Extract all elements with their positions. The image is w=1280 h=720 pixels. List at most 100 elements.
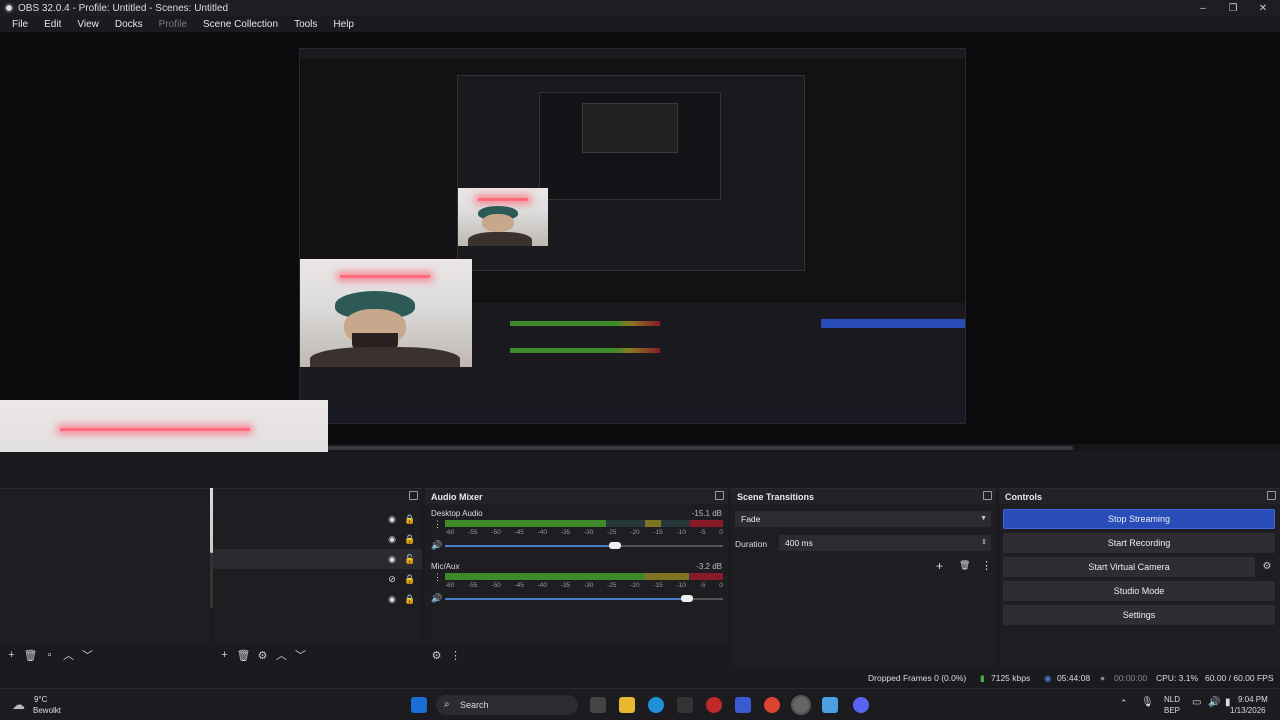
advanced-audio-icon[interactable]: ⚙ (429, 648, 444, 663)
gear-icon[interactable]: ⚙ (1260, 560, 1274, 574)
unlock-icon[interactable]: 🔓 (404, 554, 415, 564)
app-icon[interactable] (822, 697, 838, 713)
menu-view[interactable]: View (69, 19, 107, 30)
eye-icon[interactable]: ◉ (387, 534, 397, 544)
start-virtual-camera-button[interactable]: Start Virtual Camera (1003, 557, 1255, 577)
add-transition-icon[interactable]: + (936, 559, 943, 573)
windows-start-icon[interactable] (411, 697, 427, 713)
menu-help[interactable]: Help (325, 19, 362, 30)
discord-icon[interactable] (853, 697, 869, 713)
duration-input[interactable]: 400 ms ⇕ (779, 535, 991, 551)
menu-file[interactable]: File (4, 19, 36, 30)
volume-meter (445, 520, 723, 527)
lock-icon[interactable]: 🔒 (404, 534, 415, 544)
microphone-icon[interactable]: 🎙 (1141, 697, 1154, 708)
dock-float-icon[interactable] (409, 491, 418, 500)
start-recording-button[interactable]: Start Recording (1003, 533, 1275, 553)
dock-float-icon[interactable] (715, 491, 724, 500)
kebab-menu-icon[interactable]: ⋮ (448, 648, 463, 663)
add-scene-icon[interactable]: + (4, 648, 19, 663)
stop-streaming-button[interactable]: Stop Streaming (1003, 509, 1275, 529)
eye-icon[interactable]: ◉ (387, 554, 397, 564)
nested-menubar (300, 58, 965, 66)
scrollbar-thumb[interactable] (328, 446, 1073, 450)
volume-fader[interactable] (445, 542, 723, 549)
edge-icon[interactable] (648, 697, 664, 713)
fader-knob[interactable] (680, 595, 693, 602)
tick-label: -35 (560, 582, 571, 589)
stream-time: 05:44:08 (1057, 673, 1091, 683)
taskbar-search[interactable]: ⌕ Search (436, 695, 578, 715)
vscode-icon[interactable] (735, 697, 751, 713)
menu-scene-collection[interactable]: Scene Collection (195, 19, 286, 30)
move-up-icon[interactable]: ︿ (274, 648, 289, 663)
network-icon[interactable]: ▭ (1192, 697, 1201, 708)
nested-preview-level-2 (457, 75, 805, 271)
dock-float-icon[interactable] (1267, 491, 1276, 500)
close-button[interactable]: ✕ (1248, 0, 1278, 16)
move-down-icon[interactable]: ﹀ (293, 648, 308, 663)
chevron-up-icon[interactable]: ⌃ (1120, 698, 1128, 709)
store-icon[interactable] (677, 697, 693, 713)
opera-icon[interactable] (706, 697, 722, 713)
speaker-icon[interactable]: 🔊 (431, 593, 442, 604)
remove-scene-icon[interactable]: 🗑 (23, 648, 38, 663)
dock-float-icon[interactable] (983, 491, 992, 500)
cpu-usage: CPU: 3.1% (1156, 673, 1199, 683)
eye-icon[interactable]: ◉ (387, 514, 397, 524)
kebab-menu-icon[interactable]: ⋮ (433, 519, 442, 530)
source-properties-icon[interactable]: ⚙ (255, 648, 270, 663)
lang-bottom[interactable]: BEP (1164, 706, 1180, 715)
meter-green (445, 573, 646, 580)
menu-edit[interactable]: Edit (36, 19, 69, 30)
weather-temp[interactable]: 9°C (34, 695, 47, 704)
add-source-icon[interactable]: + (217, 648, 232, 663)
file-explorer-icon[interactable] (619, 697, 635, 713)
lock-icon[interactable]: 🔒 (404, 514, 415, 524)
source-row[interactable]: ◉ 🔒 (213, 509, 422, 529)
clock-date[interactable]: 1/13/2026 (1230, 706, 1266, 715)
kebab-menu-icon[interactable]: ⋮ (433, 572, 442, 583)
source-row[interactable]: ⊘ 🔒 (213, 569, 422, 589)
lang-top[interactable]: NLD (1164, 695, 1180, 704)
task-view-icon[interactable] (590, 697, 606, 713)
clock-time[interactable]: 9:04 PM (1238, 695, 1268, 704)
tick-label: -20 (630, 582, 640, 589)
settings-button[interactable]: Settings (1003, 605, 1275, 625)
source-row[interactable]: ◉ 🔒 (213, 529, 422, 549)
audio-mixer-title: Audio Mixer (431, 491, 483, 502)
chrome-icon[interactable] (764, 697, 780, 713)
studio-mode-button[interactable]: Studio Mode (1003, 581, 1275, 601)
transition-select[interactable]: Fade ▼ (735, 511, 991, 527)
menu-profile[interactable]: Profile (151, 19, 195, 30)
menu-tools[interactable]: Tools (286, 19, 325, 30)
lock-icon[interactable]: 🔒 (404, 594, 415, 604)
lock-icon[interactable]: 🔒 (404, 574, 415, 584)
maximize-button[interactable]: ❐ (1218, 0, 1248, 16)
remove-transition-icon[interactable]: 🗑 (959, 560, 970, 571)
display-capture-preview (299, 48, 966, 424)
minimize-button[interactable]: – (1188, 0, 1218, 16)
eye-icon[interactable]: ◉ (387, 594, 397, 604)
eye-hidden-icon[interactable]: ⊘ (387, 574, 397, 584)
fader-knob[interactable] (608, 542, 621, 549)
volume-fader[interactable] (445, 595, 723, 602)
weather-desc[interactable]: Bewolkt (33, 706, 61, 715)
move-up-icon[interactable]: ︿ (61, 648, 76, 663)
move-down-icon[interactable]: ﹀ (80, 648, 95, 663)
speaker-icon[interactable]: 🔊 (1208, 697, 1220, 708)
spinner-icon[interactable]: ⇕ (981, 535, 987, 551)
menu-docks[interactable]: Docks (107, 19, 151, 30)
speaker-icon[interactable]: 🔊 (431, 540, 442, 551)
source-row[interactable]: ◉ 🔒 (213, 589, 422, 609)
remove-source-icon[interactable]: 🗑 (236, 648, 251, 663)
filter-icon[interactable]: ▫ (42, 648, 57, 663)
preview-scrollbar[interactable] (328, 444, 1280, 452)
obs-taskbar-icon[interactable] (791, 695, 811, 715)
source-row[interactable]: ◉ 🔓 (213, 549, 422, 569)
dropped-frames: Dropped Frames 0 (0.0%) (868, 673, 967, 683)
kebab-menu-icon[interactable]: ⋮ (981, 559, 992, 572)
sources-header (213, 489, 422, 504)
tick-label: -10 (676, 582, 686, 589)
tick-label: -60 (445, 529, 455, 536)
